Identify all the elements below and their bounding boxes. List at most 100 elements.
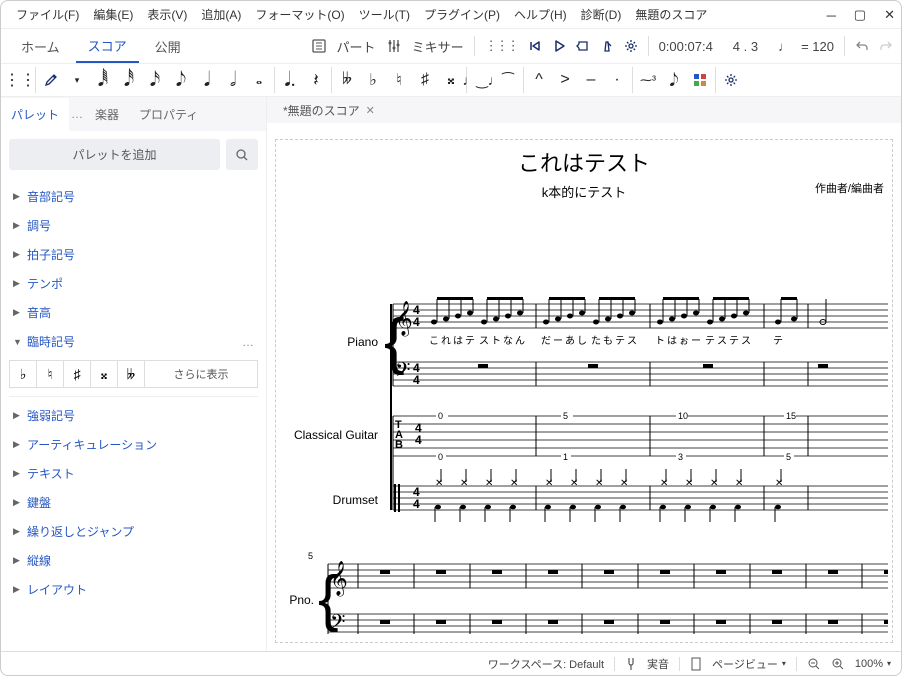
svg-text:✕: ✕: [735, 478, 743, 489]
parts-button[interactable]: パート: [337, 37, 376, 56]
close-tab-icon[interactable]: ✕: [366, 104, 375, 117]
tuplet-button[interactable]: ⁓³: [637, 67, 659, 93]
flip-button[interactable]: 𝅘𝅥𝅮: [663, 67, 685, 93]
voice-button[interactable]: [689, 67, 711, 93]
acc-natural[interactable]: ♮: [36, 360, 64, 388]
document-tab[interactable]: *無題のスコア ✕: [275, 99, 383, 122]
zoom-out-button[interactable]: [807, 657, 821, 671]
note-16th[interactable]: 𝅘𝅥𝅯: [144, 67, 166, 93]
svg-text:𝄞: 𝄞: [330, 561, 348, 597]
menu-view[interactable]: 表示(V): [140, 6, 194, 23]
maximize-button[interactable]: ▢: [854, 7, 866, 23]
palette-item-tempo[interactable]: ▶テンポ: [9, 269, 258, 298]
palette-item-pitch[interactable]: ▶音高: [9, 298, 258, 327]
palette-item-text[interactable]: ▶テキスト: [9, 459, 258, 488]
pencil-icon[interactable]: [40, 67, 62, 93]
tab-score[interactable]: スコア: [76, 30, 139, 63]
accent-button[interactable]: >: [554, 67, 576, 93]
palette-item-keyboard[interactable]: ▶鍵盤: [9, 488, 258, 517]
slur-button[interactable]: ⁀: [497, 67, 519, 93]
tempo-note: ♩: [778, 39, 791, 54]
dots-icon[interactable]: ⋮⋮⋮: [485, 38, 518, 54]
palette-item-barlines[interactable]: ▶縦線: [9, 546, 258, 575]
palette-item-dynamics[interactable]: ▶強弱記号: [9, 401, 258, 430]
score-subtitle[interactable]: k本的にテスト: [276, 182, 892, 201]
tab-home[interactable]: ホーム: [9, 31, 72, 62]
marcato-button[interactable]: ^: [528, 67, 550, 93]
svg-text:こ: こ: [429, 336, 439, 347]
tenuto-button[interactable]: –: [580, 67, 602, 93]
tab-publish[interactable]: 公開: [143, 31, 193, 62]
separator: [679, 657, 680, 671]
tie-button[interactable]: ♩‿♩: [471, 67, 493, 93]
double-flat-button[interactable]: 𝄫: [336, 67, 358, 93]
acc-double-sharp[interactable]: 𝄪: [90, 360, 118, 388]
score-canvas[interactable]: これはテスト k本的にテスト 作曲者/編曲者 Piano { 𝄞: [267, 123, 901, 651]
svg-text:𝄢: 𝄢: [330, 611, 345, 634]
mixer-button[interactable]: ミキサー: [412, 37, 464, 56]
note-quarter[interactable]: 𝅘𝅥: [196, 67, 218, 93]
menu-tool[interactable]: ツール(T): [352, 6, 417, 23]
gear-icon[interactable]: [624, 39, 638, 53]
metronome-button[interactable]: [600, 39, 614, 53]
search-palette-button[interactable]: [226, 139, 258, 170]
menu-plugin[interactable]: プラグイン(P): [417, 6, 507, 23]
zoom-in-button[interactable]: [831, 657, 845, 671]
note-half[interactable]: 𝅗𝅥: [222, 67, 244, 93]
tab-more-icon[interactable]: …: [69, 107, 85, 121]
tuning-fork-icon[interactable]: [625, 657, 637, 671]
menu-add[interactable]: 追加(A): [194, 6, 248, 23]
workspace-selector[interactable]: ワークスペース: Default: [488, 656, 604, 672]
concert-pitch-button[interactable]: 実音: [647, 656, 669, 672]
view-mode-selector[interactable]: ページビュー ▾: [712, 656, 786, 672]
close-button[interactable]: ✕: [884, 7, 895, 23]
natural-button[interactable]: ♮: [388, 67, 410, 93]
sidebar-tab-properties[interactable]: プロパティ: [129, 98, 208, 131]
palette-item-repeats[interactable]: ▶繰り返しとジャンプ: [9, 517, 258, 546]
flat-button[interactable]: ♭: [362, 67, 384, 93]
add-palette-button[interactable]: パレットを追加: [9, 139, 220, 170]
rest-button[interactable]: 𝄽: [305, 67, 327, 93]
score-composer[interactable]: 作曲者/編曲者: [815, 180, 884, 196]
staccato-button[interactable]: ·: [606, 67, 628, 93]
note-8th[interactable]: 𝅘𝅥𝅮: [170, 67, 192, 93]
menu-help[interactable]: ヘルプ(H): [507, 6, 574, 23]
dot-button[interactable]: 𝅘𝅥.: [279, 67, 301, 93]
separator: [274, 67, 275, 93]
sharp-button[interactable]: ♯: [414, 67, 436, 93]
svg-text:✕: ✕: [545, 478, 553, 489]
menu-format[interactable]: フォーマット(O): [248, 6, 351, 23]
rewind-button[interactable]: [528, 39, 542, 53]
loop-button[interactable]: [576, 39, 590, 53]
menu-diag[interactable]: 診断(D): [574, 6, 629, 23]
score-title[interactable]: これはテスト: [276, 146, 892, 178]
note-32nd[interactable]: 𝅘𝅥𝅰: [118, 67, 140, 93]
palette-item-keysig[interactable]: ▶調号: [9, 211, 258, 240]
play-button[interactable]: [552, 39, 566, 53]
canvas-area: *無題のスコア ✕ これはテスト k本的にテスト 作曲者/編曲者 Piano {: [267, 97, 901, 651]
grid-icon[interactable]: ⋮⋮: [9, 67, 31, 93]
acc-double-flat[interactable]: 𝄫: [117, 360, 145, 388]
palette-item-accidentals[interactable]: ▼臨時記号…: [9, 327, 258, 356]
double-sharp-button[interactable]: 𝄪: [440, 67, 462, 93]
redo-button[interactable]: [879, 39, 893, 53]
note-64th[interactable]: 𝅘𝅥𝅱: [92, 67, 114, 93]
chevron-down-icon[interactable]: ▾: [66, 67, 88, 93]
acc-more-button[interactable]: さらに表示: [144, 360, 258, 388]
zoom-level[interactable]: 100% ▾: [855, 658, 891, 670]
acc-sharp[interactable]: ♯: [63, 360, 91, 388]
menu-file[interactable]: ファイル(F): [9, 6, 86, 23]
palette-item-clef[interactable]: ▶音部記号: [9, 182, 258, 211]
menu-edit[interactable]: 編集(E): [86, 6, 140, 23]
gear-icon[interactable]: [720, 67, 742, 93]
sidebar-tab-palette[interactable]: パレット: [1, 98, 69, 131]
undo-button[interactable]: [855, 39, 869, 53]
minimize-button[interactable]: ─: [827, 8, 836, 23]
svg-text:ス: ス: [479, 336, 489, 347]
palette-item-timesig[interactable]: ▶拍子記号: [9, 240, 258, 269]
acc-flat[interactable]: ♭: [9, 360, 37, 388]
sidebar-tab-instruments[interactable]: 楽器: [85, 98, 129, 131]
palette-item-layout[interactable]: ▶レイアウト: [9, 575, 258, 604]
palette-item-articulations[interactable]: ▶アーティキュレーション: [9, 430, 258, 459]
note-whole[interactable]: 𝅝: [248, 67, 270, 93]
